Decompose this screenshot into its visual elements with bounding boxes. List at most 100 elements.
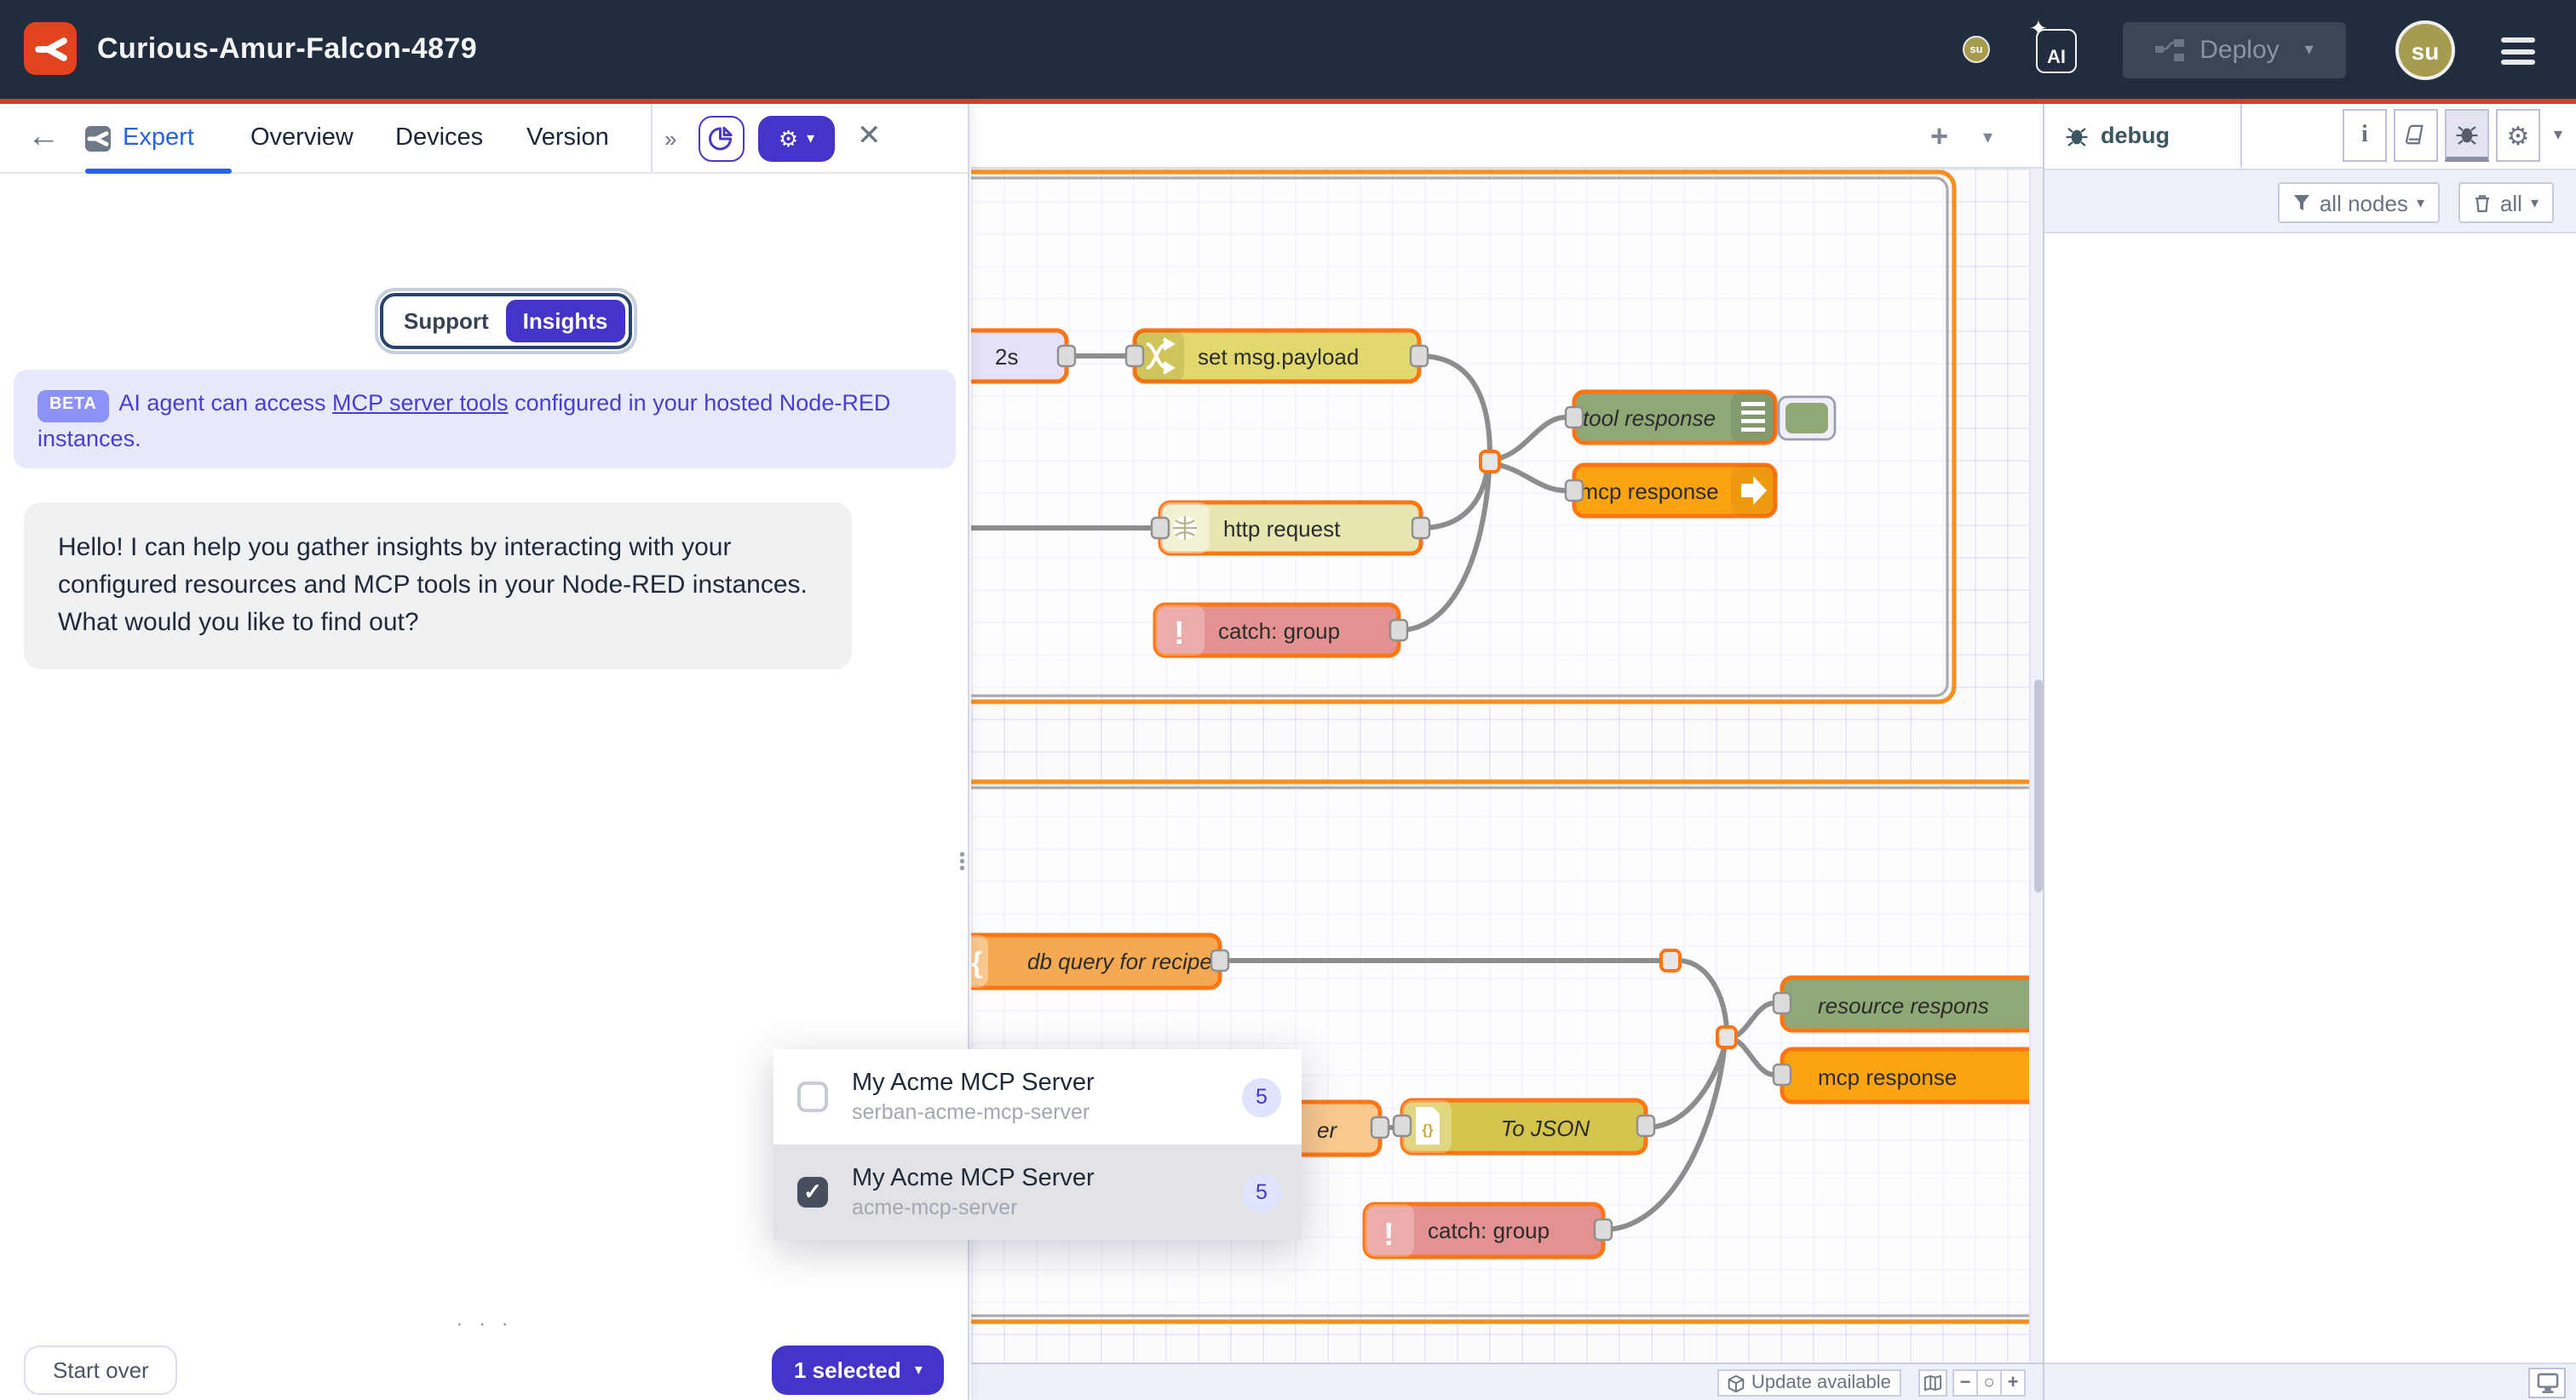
server-option-2[interactable]: ✓ My Acme MCP Server acme-mcp-server 5 — [773, 1145, 1302, 1240]
book-icon — [2405, 124, 2427, 146]
insights-pie-button[interactable] — [699, 116, 745, 162]
svg-text:mcp response: mcp response — [1579, 479, 1718, 504]
start-over-button[interactable]: Start over — [24, 1345, 178, 1395]
resize-handle-dots[interactable]: · · · — [0, 1311, 969, 1335]
junction-db[interactable] — [1661, 950, 1680, 971]
checkbox-checked[interactable]: ✓ — [797, 1177, 828, 1208]
chevron-down-icon: ▾ — [915, 1361, 923, 1380]
brace-icon: { — [971, 947, 982, 979]
node-http-request[interactable]: http request — [1152, 502, 1429, 554]
tab-expert[interactable]: Expert — [85, 104, 194, 172]
node-catch-bottom[interactable]: ! catch: group — [1365, 1204, 1612, 1257]
scrollbar-thumb[interactable] — [2033, 680, 2042, 892]
server-option-1[interactable]: My Acme MCP Server serban-acme-mcp-serve… — [773, 1049, 1302, 1145]
deploy-button[interactable]: Deploy ▾ — [2123, 22, 2346, 78]
zoom-reset-button[interactable]: ○ — [1976, 1369, 2002, 1397]
mode-toggle: Support Insights — [380, 293, 631, 349]
map-icon — [1923, 1374, 1942, 1391]
debug-sidebar: debug i ⚙ ▾ — [2043, 104, 2576, 1400]
active-tab-underline — [85, 168, 232, 174]
debug-filter-button[interactable]: all nodes ▾ — [2279, 182, 2440, 223]
ai-assistant-icon[interactable]: ✦ AI — [2031, 22, 2082, 77]
tab-overview[interactable]: Overview — [250, 104, 354, 172]
toggle-insights[interactable]: Insights — [506, 300, 625, 342]
hamburger-menu-icon[interactable] — [2501, 37, 2535, 65]
server-name: My Acme MCP Server — [852, 1070, 1095, 1097]
user-avatar[interactable]: su — [2395, 20, 2455, 80]
svg-text:mcp response: mcp response — [1818, 1064, 1957, 1090]
junction-fanout[interactable] — [1717, 1027, 1736, 1047]
node-mcp-response-bottom[interactable]: mcp response — [1774, 1049, 2029, 1102]
flowfuse-logo-icon[interactable] — [24, 22, 77, 75]
settings-tab-button[interactable]: ⚙ — [2496, 109, 2540, 162]
checkbox-unchecked[interactable] — [797, 1082, 828, 1112]
node-catch-top[interactable]: ! catch: group — [1155, 605, 1407, 656]
pie-chart-icon — [709, 126, 734, 152]
app-root: Curious-Amur-Falcon-4879 su ✦ AI Deploy … — [0, 0, 2576, 1400]
node-delay[interactable]: 2s — [971, 330, 1075, 382]
canvas-footer: Update available − ○ + — [971, 1363, 2043, 1400]
selected-servers-button[interactable]: 1 selected ▾ — [772, 1345, 945, 1395]
more-tabs-icon[interactable]: » — [664, 104, 675, 172]
svg-text:set msg.payload: set msg.payload — [1198, 344, 1359, 370]
node-db-query[interactable]: { db query for recipes — [971, 935, 1228, 988]
popout-monitor-button[interactable] — [2528, 1368, 2566, 1398]
instance-title: Curious-Amur-Falcon-4879 — [97, 0, 477, 99]
update-available-button[interactable]: Update available — [1717, 1369, 1901, 1397]
tab-devices[interactable]: Devices — [395, 104, 483, 172]
svg-text:{}: {} — [1422, 1122, 1434, 1138]
canvas-vertical-scrollbar[interactable] — [2029, 169, 2043, 1363]
zoom-out-button[interactable]: − — [1952, 1369, 1978, 1397]
svg-text:resource respons: resource respons — [1818, 993, 1989, 1018]
beta-badge: BETA — [37, 390, 108, 422]
caret-down-icon: ▾ — [2417, 193, 2424, 212]
debug-clear-button[interactable]: all ▾ — [2459, 182, 2554, 223]
close-icon[interactable]: ✕ — [857, 119, 882, 153]
globe-icon — [1173, 516, 1197, 540]
sidebar-header: debug i ⚙ ▾ — [2044, 104, 2576, 169]
tab-version[interactable]: Version — [526, 104, 609, 172]
panel-splitter-handle[interactable]: ••• — [959, 853, 965, 874]
tab-debug[interactable]: debug — [2044, 104, 2242, 169]
debug-footer — [2044, 1363, 2576, 1400]
tool-count-badge: 5 — [1242, 1077, 1281, 1116]
top-header: Curious-Amur-Falcon-4879 su ✦ AI Deploy … — [0, 0, 2576, 104]
tool-count-badge: 5 — [1242, 1173, 1281, 1212]
assistant-settings-button[interactable]: ⚙ ▾ — [758, 116, 835, 162]
gear-icon: ⚙ — [2506, 120, 2529, 151]
assistant-welcome-message: Hello! I can help you gather insights by… — [24, 502, 852, 669]
cube-icon — [1728, 1374, 1745, 1392]
zoom-in-button[interactable]: + — [2000, 1369, 2026, 1397]
minimap-button[interactable] — [1918, 1369, 1947, 1397]
debug-tab-button[interactable] — [2445, 109, 2489, 162]
toggle-support[interactable]: Support — [387, 308, 506, 334]
junction-top[interactable] — [1481, 451, 1499, 472]
json-doc-icon: {} — [1416, 1107, 1440, 1145]
mini-user-avatar[interactable]: su — [1963, 36, 1990, 63]
beta-banner: BETAAI agent can access MCP server tools… — [14, 370, 956, 468]
funnel-icon — [2294, 194, 2311, 211]
node-resource-response[interactable]: resource respons — [1774, 978, 2029, 1030]
debug-filterbar: all nodes ▾ all ▾ — [2044, 169, 2576, 233]
sidebar-caret-icon[interactable]: ▾ — [2554, 126, 2562, 145]
node-change[interactable]: set msg.payload — [1126, 330, 1428, 382]
add-flow-icon[interactable]: + — [1930, 119, 1948, 155]
chevron-down-icon: ▾ — [807, 129, 814, 148]
svg-text:http request: http request — [1223, 516, 1341, 542]
assistant-tabbar: ← Expert Overview Devices Version » — [0, 104, 968, 174]
flow-list-icon[interactable]: ▾ — [1983, 126, 1992, 148]
trash-icon — [2475, 193, 2492, 212]
info-tab-button[interactable]: i — [2343, 109, 2387, 162]
server-id: acme-mcp-server — [852, 1196, 1095, 1219]
server-name: My Acme MCP Server — [852, 1165, 1095, 1192]
flowfuse-gray-icon — [85, 125, 111, 151]
node-mcp-response-top[interactable]: mcp response — [1566, 465, 1775, 516]
svg-text:2s: 2s — [995, 344, 1018, 370]
help-tab-button[interactable] — [2394, 109, 2438, 162]
back-icon[interactable]: ← — [27, 119, 60, 157]
node-to-json[interactable]: {} To JSON — [1394, 1100, 1654, 1153]
mcp-tools-link[interactable]: MCP server tools — [332, 390, 509, 416]
deploy-caret-icon[interactable]: ▾ — [2305, 41, 2314, 60]
node-tool-response[interactable]: tool response — [1566, 392, 1835, 443]
svg-text:catch: group: catch: group — [1428, 1218, 1550, 1243]
